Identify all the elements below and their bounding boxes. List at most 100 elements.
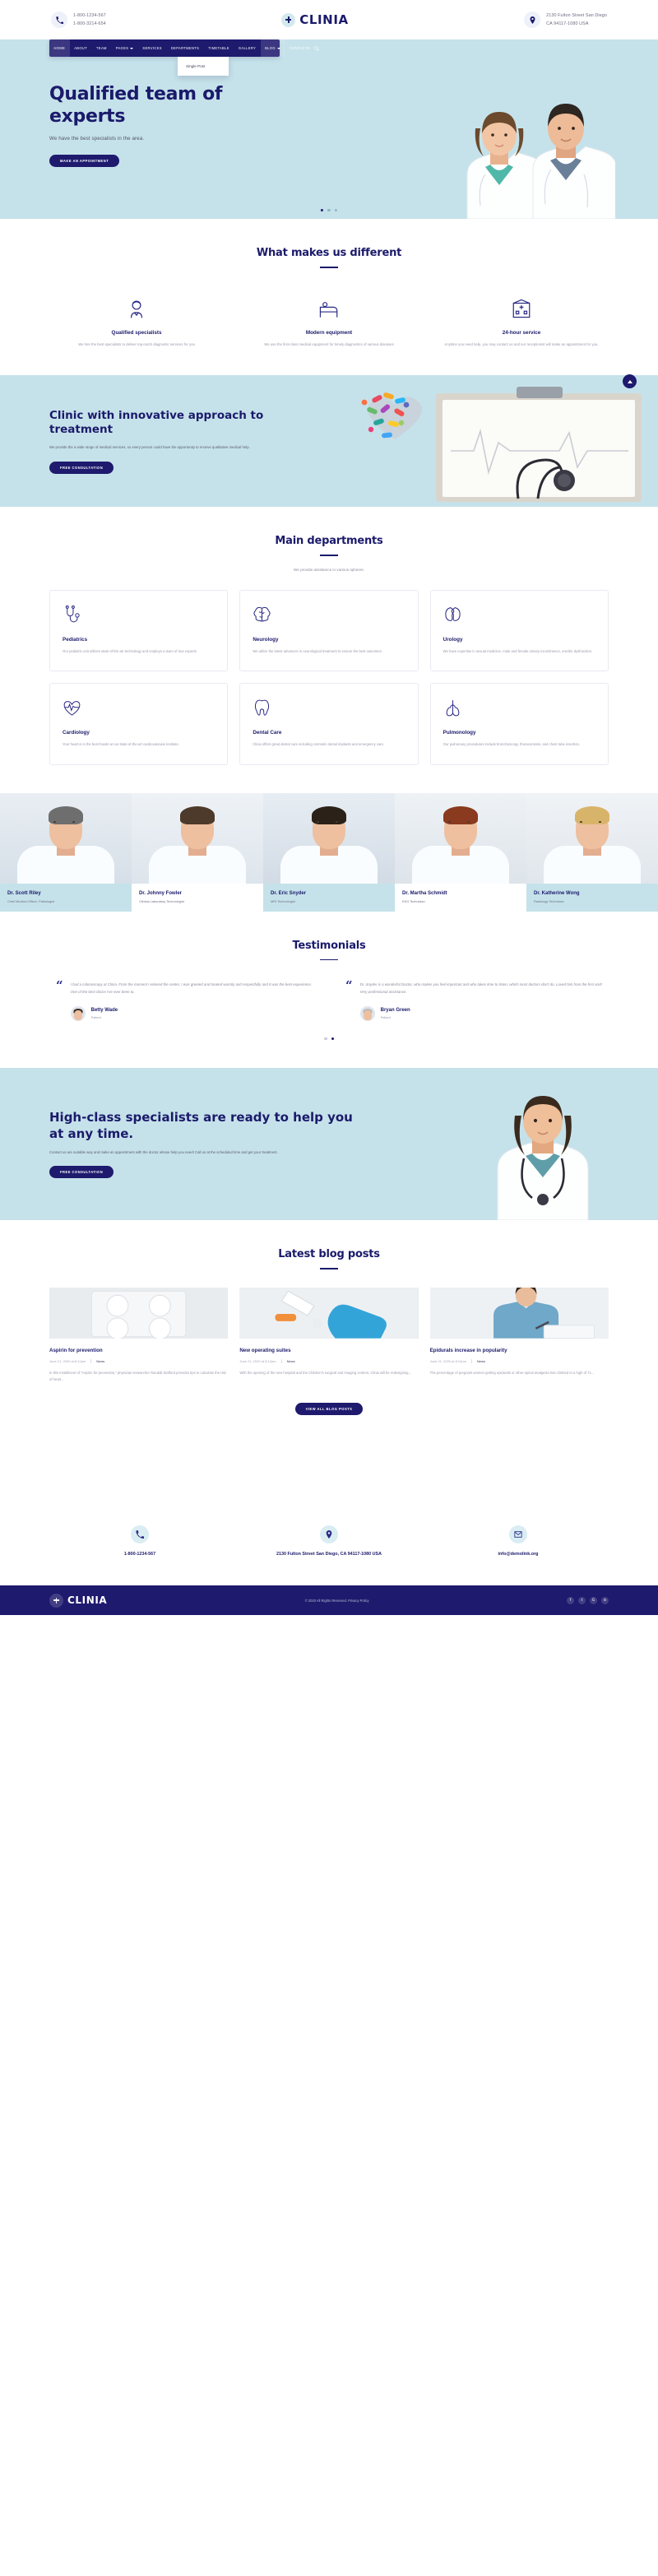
blog-post-date: June 21, 2020 at 8:12pm <box>239 1359 276 1364</box>
blog-post-card[interactable]: Aspirin for prevention June 21, 2020 at … <box>49 1288 229 1383</box>
footer-copyright[interactable]: © 2020 All Rights Reserved. Privacy Poli… <box>305 1599 369 1603</box>
team-member-meta: Dr. Martha Schmidt EKG Technician <box>395 883 526 912</box>
contact-phone-text[interactable]: 1-800-1234-567 <box>49 1551 230 1558</box>
envelope-icon <box>509 1525 527 1543</box>
blog-posts-list: Aspirin for prevention June 21, 2020 at … <box>49 1288 609 1383</box>
avatar <box>70 1006 86 1022</box>
nav-item-about[interactable]: ABOUT <box>70 39 92 57</box>
nav-label: SERVICES <box>142 46 162 50</box>
header-phone-2[interactable]: 1-800-3214-654 <box>73 21 106 27</box>
title-divider <box>320 958 338 961</box>
nav-label: HOME <box>53 46 66 50</box>
nav-item-team[interactable]: TEAM <box>92 39 112 57</box>
blog-title: Latest blog posts <box>278 1248 380 1261</box>
nav-item-departments[interactable]: DEPARTMENTS <box>166 39 203 57</box>
department-card[interactable]: Cardiology Your heart is in the best han… <box>49 683 229 765</box>
kidney-icon <box>443 604 595 625</box>
slider-dot-3[interactable] <box>334 208 338 211</box>
department-text: Our pediatric unit utilizes state-of-the… <box>63 648 197 653</box>
blog-post-card[interactable]: Epidurals increase in popularity June 21… <box>429 1288 609 1383</box>
testimonial-author-name: Betty Wade <box>90 1008 118 1014</box>
view-all-blog-posts-button[interactable]: VIEW ALL BLOG POSTS <box>294 1402 364 1415</box>
nav-item-contacts[interactable]: CONTACTS <box>285 39 314 57</box>
hero-doctors-photo <box>410 77 618 219</box>
twitter-icon[interactable]: t <box>577 1596 586 1604</box>
hero-content: Qualified team of experts We have the be… <box>0 57 280 167</box>
blog-post-excerpt: The percentage of pregnant women getting… <box>429 1371 595 1376</box>
team-member-name: Dr. Martha Schmidt <box>402 890 447 896</box>
contacts-strip: 1-800-1234-567 2130 Fulton Street San Di… <box>0 1492 658 1586</box>
banner-text: We provide the a wide range of medical s… <box>49 445 250 450</box>
google-plus-icon[interactable]: G <box>589 1596 597 1604</box>
team-member-role: Clinical Laboratory Technologist <box>139 898 184 903</box>
team-member[interactable]: Dr. Eric Snyder MRI Technologist <box>263 792 395 912</box>
banner-content: Clinic with innovative approach to treat… <box>0 409 271 474</box>
cta-title: High-class specialists are ready to help… <box>49 1110 353 1141</box>
nav-item-home[interactable]: HOME <box>49 39 70 57</box>
department-card[interactable]: Urology We have expertise in sexual medi… <box>429 589 609 672</box>
cta-free-consultation-button[interactable]: FREE CONSULTATION <box>49 1166 114 1179</box>
department-card[interactable]: Neurology We utilize the latest advances… <box>239 589 419 672</box>
team-member[interactable]: Dr. Johnny Fowler Clinical Laboratory Te… <box>132 792 263 912</box>
department-card[interactable]: Dental Care Clinia offers great dental c… <box>239 683 419 765</box>
header-address-block: 2130 Fulton Street San Diego CA 94117-10… <box>524 12 607 28</box>
department-text: Our pulmonary procedures include broncho… <box>443 742 581 747</box>
clinia-homepage: 1-800-1234-567 1-800-3214-654 CLINIA 213… <box>0 0 658 1616</box>
avatar <box>359 1006 375 1022</box>
stethoscope-icon <box>63 604 215 625</box>
footer-logo[interactable]: CLINIA <box>49 1593 107 1608</box>
nav-item-pages[interactable]: PAGES <box>111 39 138 57</box>
slider-dot-1[interactable] <box>320 208 324 211</box>
team-member[interactable]: Dr. Katherine Wong Radiology Technician <box>526 792 658 912</box>
facebook-icon[interactable]: f <box>566 1596 574 1604</box>
hero-section: Qualified team of experts We have the be… <box>0 39 658 219</box>
team-member-meta: Dr. Johnny Fowler Clinical Laboratory Te… <box>132 883 263 912</box>
site-footer: CLINIA © 2020 All Rights Reserved. Priva… <box>0 1585 658 1616</box>
scroll-to-top-button[interactable] <box>623 374 637 388</box>
phone-icon <box>131 1525 149 1543</box>
testimonial-author-role: Patient <box>90 1015 101 1020</box>
blog-post-card[interactable]: New operating suites June 21, 2020 at 8:… <box>239 1288 419 1383</box>
nav-item-gallery[interactable]: GALLERY <box>234 39 260 57</box>
contact-email-text[interactable]: info@demolink.org <box>428 1551 609 1558</box>
title-divider <box>320 1268 338 1270</box>
make-appointment-button[interactable]: MAKE AN APPOINTMENT <box>49 154 120 167</box>
department-title: Neurology <box>253 636 279 643</box>
chevron-down-icon <box>276 47 280 49</box>
nav-item-timetable[interactable]: TIMETABLE <box>204 39 234 57</box>
department-text: We utilize the latest advances in neurol… <box>253 648 382 653</box>
doctor-avatar-icon <box>49 296 224 321</box>
header-phone-block: 1-800-1234-567 1-800-3214-654 <box>51 12 106 28</box>
team-member-photo <box>395 792 526 884</box>
lungs-icon <box>443 697 595 718</box>
site-logo[interactable]: CLINIA <box>281 12 349 27</box>
team-member[interactable]: Dr. Scott Riley Chief Medical Officer, P… <box>0 792 132 912</box>
team-member[interactable]: Dr. Martha Schmidt EKG Technician <box>395 792 526 912</box>
testimonials-slider-dots[interactable] <box>49 1037 609 1041</box>
search-icon[interactable] <box>314 45 325 51</box>
feature-title: Modern equipment <box>305 329 353 336</box>
team-section: Dr. Scott Riley Chief Medical Officer, P… <box>0 792 658 912</box>
blog-post-category[interactable]: News <box>280 1359 295 1364</box>
slider-dot-2[interactable] <box>327 208 331 211</box>
blog-post-date: June 21, 2020 at 8:12pm <box>429 1359 466 1364</box>
header-address-line-2: CA 94117-1080 USA <box>546 21 589 26</box>
hero-slider-dots[interactable] <box>320 208 338 211</box>
slider-dot-1[interactable] <box>324 1037 327 1041</box>
cta-text: Contact us are suitable way and make an … <box>49 1150 278 1155</box>
dropdown-item-single-post[interactable]: Single Post <box>178 63 229 70</box>
testimonial-author: Bryan Green Patient <box>359 1006 602 1022</box>
header-phone-1[interactable]: 1-800-1234-567 <box>73 12 106 19</box>
blog-post-category[interactable]: News <box>90 1359 104 1364</box>
linkedin-icon[interactable]: in <box>600 1596 609 1604</box>
blog-post-category[interactable]: News <box>470 1359 485 1364</box>
department-card[interactable]: Pediatrics Our pediatric unit utilizes s… <box>49 589 229 672</box>
feature-item: Modern equipment We use the first-class … <box>242 296 416 348</box>
slider-dot-2[interactable] <box>331 1037 334 1041</box>
team-member-role: Radiology Technician <box>534 898 564 903</box>
testimonial-author-role: Patient <box>380 1015 391 1020</box>
department-card[interactable]: Pulmonology Our pulmonary procedures inc… <box>429 683 609 765</box>
nav-item-blog[interactable]: BLOG <box>260 39 285 57</box>
nav-item-services[interactable]: SERVICES <box>138 39 166 57</box>
free-consultation-button[interactable]: FREE CONSULTATION <box>49 461 114 474</box>
